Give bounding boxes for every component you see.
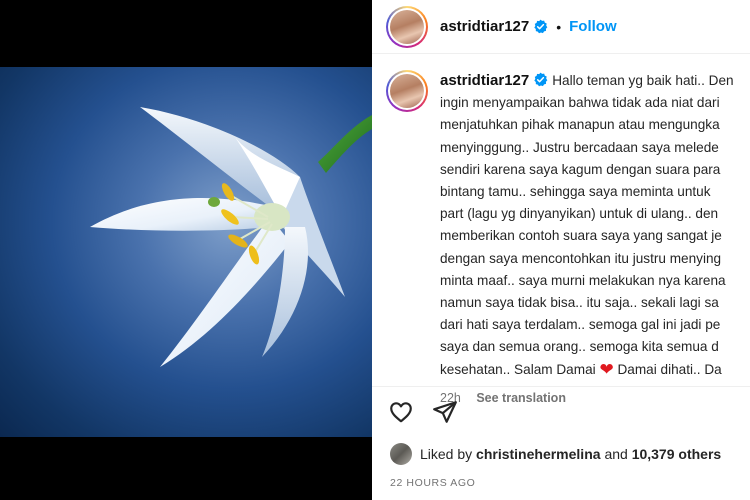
likes-prefix: Liked by — [420, 446, 473, 462]
likes-others-count[interactable]: 10,379 others — [632, 446, 722, 462]
caption-line: namun saya tidak bisa.. itu saja.. sekal… — [440, 295, 719, 311]
caption-line: ingin menyampaikan bahwa tidak ada niat … — [440, 95, 720, 111]
liker-avatar[interactable] — [390, 443, 412, 465]
caption-username[interactable]: astridtiar127 — [440, 72, 529, 89]
post-media — [0, 0, 372, 500]
verified-badge-icon — [534, 19, 548, 34]
actions-divider — [372, 386, 750, 387]
caption-line: saya dan semua orang.. semoga kita semua… — [440, 339, 719, 355]
caption-text: astridtiar127 Hallo teman yg baik hati.. … — [440, 70, 750, 381]
verified-badge-icon — [534, 72, 548, 87]
caption-line: memberikan contoh suara saya yang sangat… — [440, 228, 722, 244]
caption-line: minta maaf.. saya murni melakukan nya ka… — [440, 272, 726, 288]
paper-plane-icon[interactable] — [432, 399, 458, 425]
post-actions — [388, 399, 458, 425]
caption-line: part (lagu yg dinyanyikan) untuk di ulan… — [440, 206, 719, 222]
separator-dot: • — [556, 18, 562, 35]
author-username[interactable]: astridtiar127 — [440, 18, 529, 35]
caption-line-text: Damai dihati.. Da — [617, 361, 722, 377]
post-timestamp[interactable]: 22 HOURS AGO — [390, 477, 475, 489]
liker-username[interactable]: christinehermelina — [476, 446, 601, 462]
likes-summary: Liked by christinehermelina and 10,379 o… — [390, 443, 721, 465]
caption-meta: 22h See translation — [440, 391, 750, 405]
follow-button[interactable]: Follow — [569, 18, 617, 35]
caption-line: dari hati saya terdalam.. semoga gal ini… — [440, 317, 721, 333]
caption-block: astridtiar127 Hallo teman yg baik hati.. … — [386, 70, 750, 405]
caption-line: kesehatan.. Salam Damai ❤ Damai dihati..… — [440, 359, 750, 381]
white-lily-image — [90, 107, 372, 367]
red-heart-emoji-icon: ❤ — [599, 359, 614, 379]
caption-body: astridtiar127 Hallo teman yg baik hati.. … — [440, 70, 750, 405]
author-avatar[interactable] — [386, 5, 428, 48]
caption-line: astridtiar127 Hallo teman yg baik hati.. … — [440, 70, 750, 92]
caption-line: sendiri karena saya kagum dengan suara p… — [440, 161, 721, 177]
caption-line: menjatuhkan pihak manapun atau mengungka — [440, 117, 720, 133]
see-translation-link[interactable]: See translation — [476, 391, 566, 405]
post-side-panel: astridtiar127 • Follow astridtiar127 Hall… — [372, 0, 750, 500]
post-photo[interactable] — [0, 67, 372, 437]
caption-line-text: Hallo teman yg baik hati.. Den — [552, 73, 734, 88]
likes-and: and — [604, 446, 628, 462]
caption-author-avatar[interactable] — [386, 70, 428, 112]
caption-line: dengan saya mencontohkan itu justru meny… — [440, 250, 722, 266]
caption-line: menyinggung.. Justru bercadaan saya mele… — [440, 139, 719, 155]
heart-outline-icon[interactable] — [388, 399, 414, 425]
caption-line: bintang tamu.. sehingga saya meminta unt… — [440, 184, 711, 200]
caption-line-text: kesehatan.. Salam Damai — [440, 361, 596, 377]
post-header: astridtiar127 • Follow — [372, 0, 750, 54]
